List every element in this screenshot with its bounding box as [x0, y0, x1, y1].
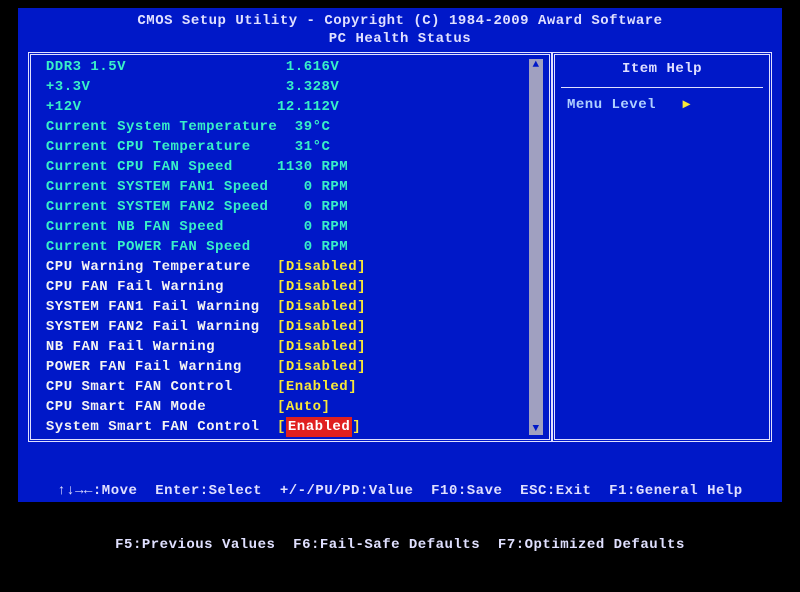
chevron-right-icon: ▸: [683, 97, 691, 113]
reading-value: 1.616V: [277, 57, 339, 77]
footer: ↑↓→←:Move Enter:Select +/-/PU/PD:Value F…: [18, 442, 782, 592]
bios-screen: CMOS Setup Utility - Copyright (C) 1984-…: [18, 8, 782, 502]
setting-label: NB FAN Fail Warning: [37, 337, 277, 357]
reading-label: Current SYSTEM FAN2 Speed: [37, 197, 277, 217]
header: CMOS Setup Utility - Copyright (C) 1984-…: [18, 12, 782, 48]
title: CMOS Setup Utility - Copyright (C) 1984-…: [18, 12, 782, 30]
subtitle: PC Health Status: [18, 30, 782, 48]
setting-row[interactable]: SYSTEM FAN1 Fail Warning[Disabled]: [37, 297, 525, 317]
bracket: ]: [352, 417, 361, 437]
setting-row[interactable]: CPU Smart FAN Mode[Auto]: [37, 397, 525, 417]
reading-label: +12V: [37, 97, 277, 117]
scrollbar[interactable]: ▲ ▼: [529, 59, 543, 435]
reading-label: +3.3V: [37, 77, 277, 97]
reading-row: Current CPU FAN Speed1130 RPM: [37, 157, 525, 177]
setting-row[interactable]: CPU Smart FAN Control[Enabled]: [37, 377, 525, 397]
reading-row: +3.3V 3.328V: [37, 77, 525, 97]
reading-value: 3.328V: [277, 77, 339, 97]
reading-row: +12V12.112V: [37, 97, 525, 117]
help-title: Item Help: [561, 57, 763, 88]
reading-row: DDR3 1.5V 1.616V: [37, 57, 525, 77]
reading-row: Current System Temperature 39°C: [37, 117, 525, 137]
setting-label: SYSTEM FAN1 Fail Warning: [37, 297, 277, 317]
reading-value: 39°C: [277, 117, 330, 137]
setting-row[interactable]: CPU FAN Fail Warning[Disabled]: [37, 277, 525, 297]
setting-row[interactable]: System Smart FAN Control[Enabled]: [37, 417, 525, 437]
reading-value: 0 RPM: [277, 197, 348, 217]
reading-value: 0 RPM: [277, 237, 348, 257]
reading-label: DDR3 1.5V: [37, 57, 277, 77]
menu-level: Menu Level ▸: [561, 96, 763, 113]
setting-value[interactable]: [Disabled]: [277, 357, 366, 377]
footer-line1: ↑↓→←:Move Enter:Select +/-/PU/PD:Value F…: [28, 482, 772, 500]
selected-value[interactable]: Enabled: [286, 417, 352, 437]
setting-label: CPU Smart FAN Control: [37, 377, 277, 397]
setting-value[interactable]: [Enabled]: [277, 377, 357, 397]
setting-label: CPU FAN Fail Warning: [37, 277, 277, 297]
scroll-down-icon[interactable]: ▼: [532, 423, 539, 435]
reading-label: Current System Temperature: [37, 117, 277, 137]
reading-value: 12.112V: [277, 97, 339, 117]
reading-value: 0 RPM: [277, 217, 348, 237]
setting-label: System Smart FAN Control: [37, 417, 277, 437]
setting-value[interactable]: [Disabled]: [277, 337, 366, 357]
reading-row: Current POWER FAN Speed 0 RPM: [37, 237, 525, 257]
reading-row: Current SYSTEM FAN2 Speed 0 RPM: [37, 197, 525, 217]
setting-value[interactable]: [Disabled]: [277, 257, 366, 277]
setting-value[interactable]: [Disabled]: [277, 277, 366, 297]
reading-value: 1130 RPM: [277, 157, 348, 177]
reading-value: 0 RPM: [277, 177, 348, 197]
help-panel: Item Help Menu Level ▸: [552, 52, 772, 442]
reading-row: Current SYSTEM FAN1 Speed 0 RPM: [37, 177, 525, 197]
setting-row[interactable]: NB FAN Fail Warning[Disabled]: [37, 337, 525, 357]
setting-value[interactable]: [Disabled]: [277, 317, 366, 337]
setting-row[interactable]: CPU Warning Temperature[Disabled]: [37, 257, 525, 277]
reading-row: Current CPU Temperature 31°C: [37, 137, 525, 157]
scroll-up-icon[interactable]: ▲: [532, 59, 539, 71]
panels: DDR3 1.5V 1.616V +3.3V 3.328V +12V12.112…: [28, 52, 772, 442]
setting-label: CPU Smart FAN Mode: [37, 397, 277, 417]
reading-label: Current POWER FAN Speed: [37, 237, 277, 257]
setting-value[interactable]: [Disabled]: [277, 297, 366, 317]
reading-value: 31°C: [277, 137, 330, 157]
rows-container: DDR3 1.5V 1.616V +3.3V 3.328V +12V12.112…: [37, 57, 525, 437]
reading-label: Current CPU FAN Speed: [37, 157, 277, 177]
bracket: [: [277, 417, 286, 437]
reading-label: Current CPU Temperature: [37, 137, 277, 157]
reading-row: Current NB FAN Speed 0 RPM: [37, 217, 525, 237]
footer-line2: F5:Previous Values F6:Fail-Safe Defaults…: [28, 536, 772, 554]
setting-value[interactable]: [Auto]: [277, 397, 330, 417]
setting-row[interactable]: POWER FAN Fail Warning[Disabled]: [37, 357, 525, 377]
setting-row[interactable]: SYSTEM FAN2 Fail Warning[Disabled]: [37, 317, 525, 337]
reading-label: Current NB FAN Speed: [37, 217, 277, 237]
setting-label: SYSTEM FAN2 Fail Warning: [37, 317, 277, 337]
setting-label: POWER FAN Fail Warning: [37, 357, 277, 377]
settings-panel: DDR3 1.5V 1.616V +3.3V 3.328V +12V12.112…: [28, 52, 552, 442]
setting-label: CPU Warning Temperature: [37, 257, 277, 277]
reading-label: Current SYSTEM FAN1 Speed: [37, 177, 277, 197]
